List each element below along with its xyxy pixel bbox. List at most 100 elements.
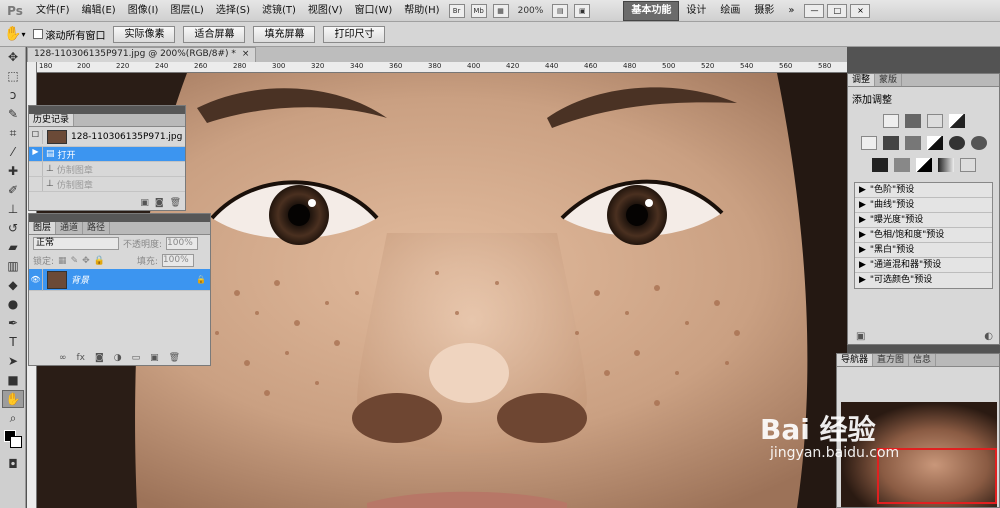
new-group-icon[interactable]: ▭ (132, 353, 141, 363)
channel-mixer-icon[interactable] (970, 136, 987, 150)
menu-layer[interactable]: 图层(L) (164, 0, 209, 22)
tab-navigator[interactable]: 导航器 (837, 354, 874, 366)
shape-tool-icon[interactable]: ■ (2, 371, 24, 389)
move-tool-icon[interactable]: ✥ (2, 48, 24, 66)
curves-icon[interactable] (926, 114, 943, 128)
exposure-icon[interactable] (948, 114, 965, 128)
zoom-level[interactable]: 200% (518, 6, 544, 16)
adjustment-layer-icon[interactable]: ◑ (114, 353, 122, 363)
levels-icon[interactable] (904, 114, 921, 128)
history-item[interactable]: ▶ ▤ 打开 (29, 147, 185, 162)
dodge-tool-icon[interactable]: ● (2, 295, 24, 313)
color-balance-icon[interactable] (904, 136, 921, 150)
preset-levels[interactable]: ▶ "色阶"预设 (855, 183, 992, 198)
expand-arrow-icon[interactable]: ▶ (859, 228, 866, 242)
opacity-input[interactable]: 100% (166, 237, 199, 250)
photo-filter-icon[interactable] (948, 136, 965, 150)
new-document-from-state-icon[interactable]: ▣ (140, 198, 149, 208)
actual-pixels-button[interactable]: 实际像素 (113, 25, 176, 43)
menu-select[interactable]: 选择(S) (210, 0, 256, 22)
expand-arrow-icon[interactable]: ▶ (859, 198, 866, 212)
history-source-icon[interactable]: ▶ (29, 147, 43, 161)
crop-tool-icon[interactable]: ⌗ (2, 124, 24, 142)
menu-image[interactable]: 图像(I) (122, 0, 165, 22)
eraser-tool-icon[interactable]: ▰ (2, 238, 24, 256)
add-mask-icon[interactable]: ◙ (95, 353, 104, 363)
preset-curves[interactable]: ▶ "曲线"预设 (855, 198, 992, 213)
history-brush-tool-icon[interactable]: ↺ (2, 219, 24, 237)
menu-edit[interactable]: 编辑(E) (76, 0, 122, 22)
print-size-button[interactable]: 打印尺寸 (323, 25, 386, 43)
vibrance-icon[interactable] (860, 136, 877, 150)
panel-header[interactable] (29, 214, 210, 222)
lock-position-icon[interactable]: ✥ (82, 256, 90, 266)
fill-screen-button[interactable]: 填充屏幕 (253, 25, 316, 43)
selective-color-icon[interactable] (959, 158, 976, 172)
preset-selective-color[interactable]: ▶ "可选颜色"预设 (855, 273, 992, 288)
preset-black-white[interactable]: ▶ "黑白"预设 (855, 243, 992, 258)
lock-image-icon[interactable]: ✎ (71, 256, 79, 266)
tab-layers[interactable]: 图层 (29, 222, 57, 234)
fx-icon[interactable]: fx (77, 353, 86, 363)
preset-hue-saturation[interactable]: ▶ "色相/饱和度"预设 (855, 228, 992, 243)
view-extras-icon[interactable]: ▦ (492, 3, 509, 18)
history-item[interactable]: ⊥ 仿制图章 (29, 162, 185, 177)
fill-input[interactable]: 100% (161, 254, 194, 267)
history-source-icon[interactable] (29, 177, 43, 191)
blend-mode-select[interactable]: 正常 (33, 237, 119, 250)
close-button[interactable]: × (850, 3, 871, 18)
arrange-documents-icon[interactable]: ▤ (552, 3, 569, 18)
clone-stamp-tool-icon[interactable]: ⊥ (2, 200, 24, 218)
workspace-essentials[interactable]: 基本功能 (623, 0, 680, 21)
fit-screen-button[interactable]: 适合屏幕 (183, 25, 246, 43)
menu-view[interactable]: 视图(V) (302, 0, 349, 22)
expand-arrow-icon[interactable]: ▶ (859, 273, 866, 288)
layer-row-background[interactable]: 👁 背景 🔒 (29, 268, 210, 291)
history-item[interactable]: ⊥ 仿制图章 (29, 177, 185, 192)
expand-arrow-icon[interactable]: ▶ (859, 258, 866, 272)
gradient-tool-icon[interactable]: ▥ (2, 257, 24, 275)
snapshot-camera-icon[interactable]: ◙ (155, 198, 164, 208)
tab-info[interactable]: 信息 (909, 354, 937, 366)
lock-all-icon[interactable]: 🔒 (94, 256, 105, 266)
expand-arrow-icon[interactable]: ▶ (859, 213, 866, 227)
quick-mask-icon[interactable]: ◘ (2, 455, 24, 473)
menu-file[interactable]: 文件(F) (30, 0, 76, 22)
scroll-all-checkbox[interactable] (33, 29, 44, 39)
menu-window[interactable]: 窗口(W) (349, 0, 399, 22)
close-document-icon[interactable]: × (242, 48, 250, 62)
brightness-contrast-icon[interactable] (882, 114, 899, 128)
eyedropper-tool-icon[interactable]: ⁄ (2, 143, 24, 161)
document-tab[interactable]: 128-110306135P971.jpg @ 200%(RGB/8#) * × (27, 47, 257, 62)
tab-histogram[interactable]: 直方图 (873, 354, 910, 366)
new-layer-icon[interactable]: ▣ (150, 353, 159, 363)
tab-paths[interactable]: 路径 (83, 222, 111, 234)
lock-transparent-icon[interactable]: ▦ (58, 256, 67, 266)
bridge-button[interactable]: Br (448, 3, 465, 18)
preset-exposure[interactable]: ▶ "曝光度"预设 (855, 213, 992, 228)
lasso-tool-icon[interactable]: ↄ (2, 86, 24, 104)
workspace-painting[interactable]: 绘画 (713, 2, 747, 20)
tab-adjustments[interactable]: 调整 (848, 74, 876, 86)
history-source-icon[interactable] (29, 162, 43, 176)
blur-tool-icon[interactable]: ◆ (2, 276, 24, 294)
expand-arrow-icon[interactable]: ▶ (859, 183, 866, 197)
tab-history[interactable]: 历史记录 (29, 114, 75, 126)
black-white-icon[interactable] (926, 136, 943, 150)
workspace-photography[interactable]: 摄影 (747, 2, 781, 20)
tool-preset-arrow-icon[interactable]: ▾ (21, 30, 25, 39)
quick-select-tool-icon[interactable]: ✎ (2, 105, 24, 123)
return-to-list-icon[interactable]: ▣ (856, 331, 865, 342)
trash-icon[interactable]: 🗑 (169, 353, 180, 363)
path-select-tool-icon[interactable]: ➤ (2, 352, 24, 370)
menu-help[interactable]: 帮助(H) (398, 0, 445, 22)
visibility-toggle-icon[interactable]: ◐ (984, 331, 993, 342)
tab-channels[interactable]: 通道 (56, 222, 84, 234)
minimize-button[interactable]: — (804, 3, 825, 18)
minibridge-button[interactable]: Mb (470, 3, 487, 18)
foreground-background-colors[interactable] (2, 428, 24, 454)
expand-arrow-icon[interactable]: ▶ (859, 243, 866, 257)
screen-mode-icon[interactable]: ▣ (574, 3, 591, 18)
pen-tool-icon[interactable]: ✒ (2, 314, 24, 332)
restore-button[interactable]: □ (827, 3, 848, 18)
